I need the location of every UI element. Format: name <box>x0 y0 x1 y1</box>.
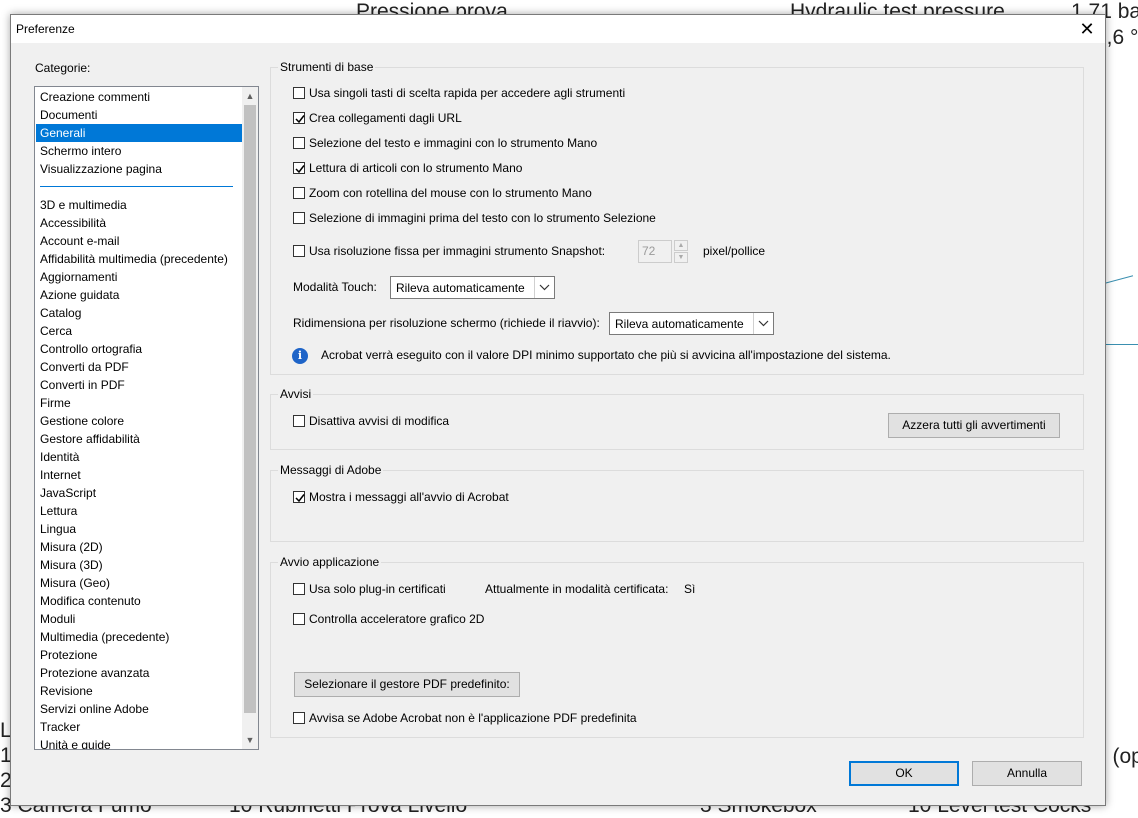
touch-mode-label: Modalità Touch: <box>293 280 377 294</box>
list-item[interactable]: Unità e guide <box>36 736 244 749</box>
list-item[interactable]: Identità <box>36 448 244 466</box>
stepper-up-icon[interactable]: ▲ <box>674 240 688 251</box>
graphics-accel-checkbox[interactable] <box>293 613 305 625</box>
list-item[interactable]: Firme <box>36 394 244 412</box>
snapshot-label: Usa risoluzione fissa per immagini strum… <box>309 244 606 258</box>
categories-list[interactable]: Creazione commenti Documenti Generali Sc… <box>34 86 259 750</box>
snapshot-resolution-stepper[interactable]: 72 ▲ ▼ <box>638 240 689 263</box>
list-item[interactable]: Protezione <box>36 646 244 664</box>
scroll-thumb[interactable] <box>244 105 256 713</box>
group-title: Messaggi di Adobe <box>278 463 384 477</box>
list-item[interactable]: Documenti <box>36 106 244 124</box>
graphics-accel-label: Controlla acceleratore grafico 2D <box>309 612 485 626</box>
list-item[interactable]: Modifica contenuto <box>36 592 244 610</box>
checkbox[interactable] <box>293 187 305 199</box>
disable-warnings-label: Disattiva avvisi di modifica <box>309 414 450 428</box>
reset-warnings-button[interactable]: Azzera tutti gli avvertimenti <box>888 413 1060 438</box>
list-item[interactable]: Tracker <box>36 718 244 736</box>
list-item[interactable]: Lettura <box>36 502 244 520</box>
option-label: Selezione del testo e immagini con lo st… <box>309 136 598 150</box>
list-item[interactable]: Revisione <box>36 682 244 700</box>
info-text: Acrobat verrà eseguito con il valore DPI… <box>321 348 891 362</box>
list-item[interactable]: Moduli <box>36 610 244 628</box>
list-item[interactable]: Azione guidata <box>36 286 244 304</box>
resize-value: Rileva automaticamente <box>615 317 744 331</box>
list-item[interactable]: Misura (3D) <box>36 556 244 574</box>
list-item[interactable]: Servizi online Adobe <box>36 700 244 718</box>
list-item[interactable]: Visualizzazione pagina <box>36 160 244 178</box>
group-title: Avvisi <box>278 387 314 401</box>
group-adobe-messages: Messaggi di Adobe <box>270 463 1084 542</box>
stepper-down-icon[interactable]: ▼ <box>674 252 688 263</box>
list-item[interactable]: Accessibilità <box>36 214 244 232</box>
list-item[interactable]: Gestione colore <box>36 412 244 430</box>
list-item[interactable]: Aggiornamenti <box>36 268 244 286</box>
chevron-down-icon <box>753 313 773 334</box>
cancel-button[interactable]: Annulla <box>972 761 1082 786</box>
list-item[interactable]: JavaScript <box>36 484 244 502</box>
list-item[interactable]: Multimedia (precedente) <box>36 628 244 646</box>
list-item[interactable]: Internet <box>36 466 244 484</box>
title-bar: Preferenze ✕ <box>11 15 1105 43</box>
warn-default-app-checkbox[interactable] <box>293 712 305 724</box>
scroll-up-arrow-icon[interactable]: ▲ <box>242 88 258 104</box>
disable-warnings-checkbox[interactable] <box>293 415 305 427</box>
warn-default-app-label: Avvisa se Adobe Acrobat non è l'applicaz… <box>309 711 637 725</box>
bg-line <box>1103 275 1134 284</box>
list-item[interactable]: Schermo intero <box>36 142 244 160</box>
certified-plugins-checkbox[interactable] <box>293 583 305 595</box>
snapshot-resolution-input[interactable]: 72 <box>638 240 672 263</box>
snapshot-unit-label: pixel/pollice <box>703 244 766 258</box>
list-scrollbar[interactable]: ▲ ▼ <box>242 87 258 749</box>
list-item[interactable]: Creazione commenti <box>36 88 244 106</box>
option-label: Crea collegamenti dagli URL <box>309 111 462 125</box>
list-item[interactable]: Converti da PDF <box>36 358 244 376</box>
option-label: Usa singoli tasti di scelta rapida per a… <box>309 86 626 100</box>
list-item[interactable]: Controllo ortografia <box>36 340 244 358</box>
option-label: Selezione di immagini prima del testo co… <box>309 211 656 225</box>
select-default-pdf-handler-button[interactable]: Selezionare il gestore PDF predefinito: <box>294 672 520 697</box>
resize-label: Ridimensiona per risoluzione schermo (ri… <box>293 316 600 330</box>
checkbox-checked[interactable] <box>293 162 305 174</box>
touch-mode-select[interactable]: Rileva automaticamente <box>390 276 555 299</box>
dialog-title: Preferenze <box>16 22 75 36</box>
resize-select[interactable]: Rileva automaticamente <box>609 312 774 335</box>
certified-plugins-label: Usa solo plug-in certificati <box>309 582 446 596</box>
list-item[interactable]: Converti in PDF <box>36 376 244 394</box>
list-item[interactable]: Protezione avanzata <box>36 664 244 682</box>
list-item[interactable]: Misura (Geo) <box>36 574 244 592</box>
scroll-down-arrow-icon[interactable]: ▼ <box>242 732 258 748</box>
snapshot-checkbox[interactable] <box>293 245 305 257</box>
group-title: Avvio applicazione <box>278 555 382 569</box>
show-messages-checkbox-checked[interactable] <box>293 491 305 503</box>
touch-mode-value: Rileva automaticamente <box>396 281 525 295</box>
bg-line <box>1104 344 1138 345</box>
show-messages-label: Mostra i messaggi all'avvio di Acrobat <box>309 490 509 504</box>
list-item[interactable]: Affidabilità multimedia (precedente) <box>36 250 244 268</box>
checkbox[interactable] <box>293 87 305 99</box>
checkbox[interactable] <box>293 212 305 224</box>
list-item[interactable]: Catalog <box>36 304 244 322</box>
list-item[interactable]: Lingua <box>36 520 244 538</box>
option-label: Lettura di articoli con lo strumento Man… <box>309 161 523 175</box>
list-item[interactable]: 3D e multimedia <box>36 196 244 214</box>
close-button[interactable]: ✕ <box>1073 16 1101 42</box>
categories-label: Categorie: <box>35 61 91 75</box>
list-item[interactable]: Misura (2D) <box>36 538 244 556</box>
group-title: Strumenti di base <box>278 60 376 74</box>
certified-mode-label: Attualmente in modalità certificata: <box>485 582 669 596</box>
checkbox-checked[interactable] <box>293 112 305 124</box>
chevron-down-icon <box>534 277 554 298</box>
list-item-selected[interactable]: Generali <box>36 124 244 142</box>
certified-mode-value: Sì <box>684 582 696 596</box>
list-item[interactable]: Gestore affidabilità <box>36 430 244 448</box>
list-item[interactable]: Cerca <box>36 322 244 340</box>
list-item[interactable]: Account e-mail <box>36 232 244 250</box>
list-separator <box>40 186 233 187</box>
checkbox[interactable] <box>293 137 305 149</box>
info-icon: i <box>292 348 308 364</box>
option-label: Zoom con rotellina del mouse con lo stru… <box>309 186 592 200</box>
preferences-dialog: Preferenze ✕ Categorie: Creazione commen… <box>10 14 1106 806</box>
ok-button[interactable]: OK <box>849 761 959 786</box>
